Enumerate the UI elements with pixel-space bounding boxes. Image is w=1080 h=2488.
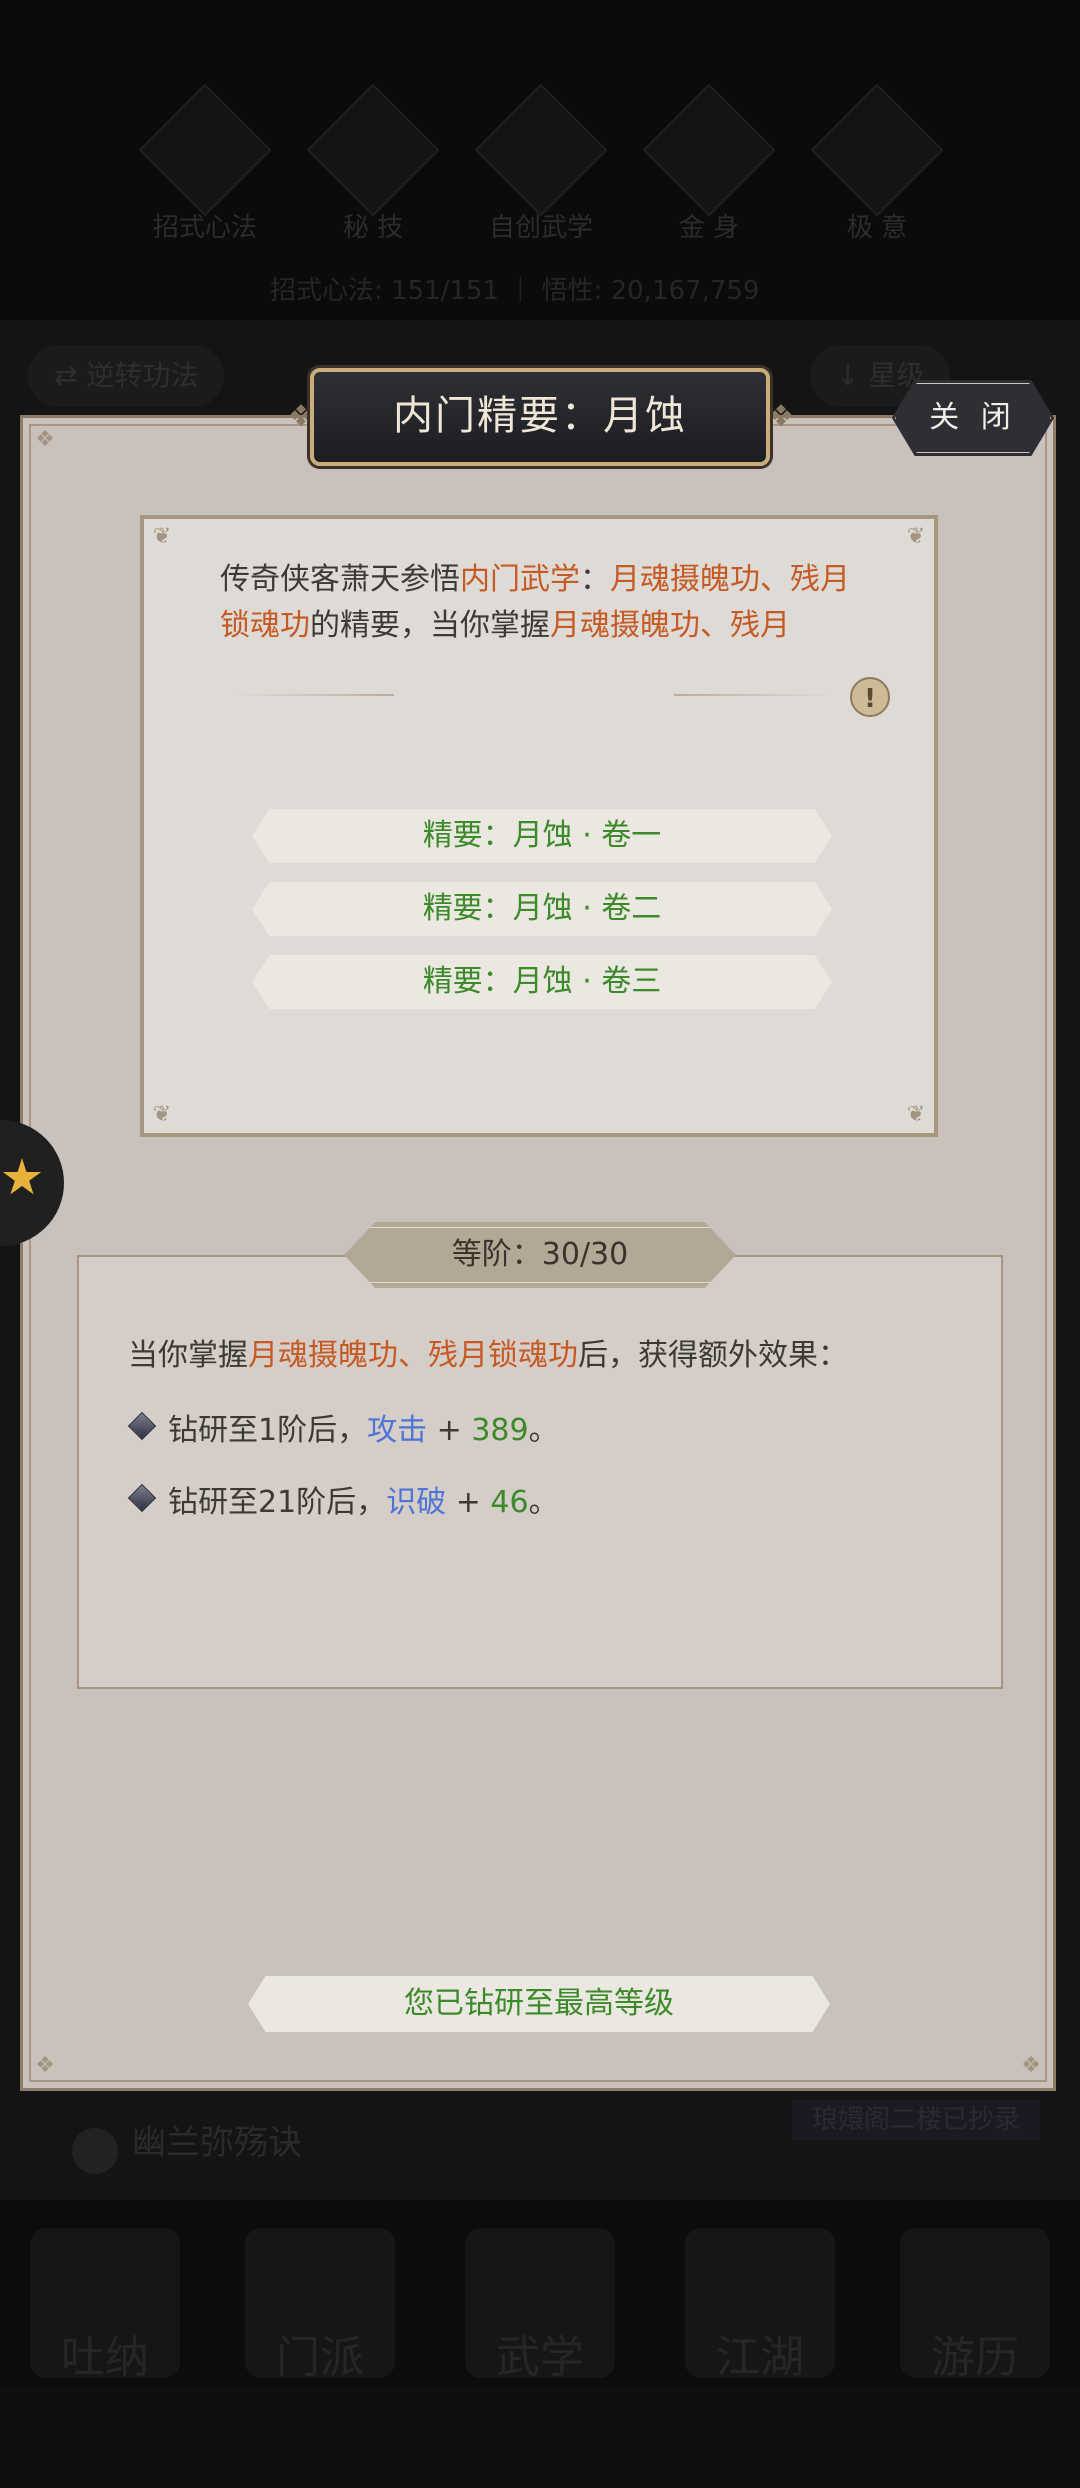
- nav-item-breathing: 吐纳: [30, 2228, 180, 2383]
- desc-text: 的精要，当你掌握: [310, 608, 550, 643]
- background-banner: 琅嬛阁二楼已抄录: [791, 2100, 1040, 2140]
- essence-description-card: ❦ ❦ ❦ ❦ 传奇侠客萧天参悟内门武学：月魂摄魄功、残月锁魂功的精要，当你掌握…: [140, 515, 938, 1137]
- volume-2-button[interactable]: 精要：月蚀 · 卷二: [252, 882, 832, 936]
- nav-item-travel: 游历: [900, 2228, 1050, 2383]
- modal-title: 内门精要：月蚀: [310, 368, 770, 466]
- nav-item-martial: 武学: [465, 2228, 615, 2383]
- effect-prefix: 钻研至1阶后，: [168, 1413, 368, 1448]
- effect-value: 46: [490, 1485, 529, 1520]
- bg-tab-label: 金 身: [678, 213, 740, 243]
- rank-intro-text: 当你掌握: [128, 1338, 248, 1373]
- effect-stat: 攻击: [367, 1413, 428, 1448]
- corner-ornament: ❦: [152, 524, 172, 549]
- bg-tab-label: 招式心法: [152, 213, 257, 243]
- corner-ornament: ❦: [152, 1102, 172, 1127]
- max-level-status: 您已钻研至最高等级: [248, 1976, 830, 2032]
- effect-plus: +: [427, 1413, 472, 1448]
- nav-item-jianghu: 江湖: [685, 2228, 835, 2383]
- background-tab-strip: 招式心法 秘 技 自创武学 金 身 极 意: [0, 83, 1080, 255]
- rank-intro: 当你掌握月魂摄魄功、残月锁魂功后，获得额外效果：: [128, 1330, 848, 1374]
- effect-line-1: 钻研至1阶后，攻击 + 389。: [168, 1405, 559, 1449]
- volume-1-button[interactable]: 精要：月蚀 · 卷一: [252, 809, 832, 863]
- background-reverse-pill: ⇄ 逆转功法: [28, 345, 225, 407]
- divider-right: [674, 694, 834, 696]
- rank-intro-text: 后，获得额外效果：: [578, 1338, 848, 1373]
- effect-prefix: 钻研至21阶后，: [168, 1485, 387, 1520]
- bg-tab-ultimate: 极 意: [810, 83, 944, 245]
- effect-line-2: 钻研至21阶后，识破 + 46。: [168, 1477, 559, 1521]
- bg-tab-custom: 自创武学: [474, 83, 608, 245]
- effect-end: 。: [528, 1485, 559, 1520]
- bg-tab-secret: 秘 技: [306, 83, 440, 245]
- rank-intro-skills: 月魂摄魄功、残月锁魂功: [248, 1338, 578, 1373]
- corner-ornament: ❖: [35, 427, 55, 452]
- rank-effects-panel: [77, 1255, 1003, 1689]
- corner-ornament: ❦: [906, 1102, 926, 1127]
- effect-value: 389: [471, 1413, 529, 1448]
- bg-tab-moves: 招式心法: [138, 83, 272, 245]
- corner-ornament: ❖: [35, 2053, 55, 2078]
- desc-text: ：: [580, 562, 610, 597]
- bg-tab-label: 自创武学: [488, 213, 593, 243]
- effect-stat: 识破: [386, 1485, 447, 1520]
- effect-end: 。: [528, 1413, 559, 1448]
- desc-highlight: 内门武学: [460, 562, 580, 597]
- info-icon[interactable]: !: [850, 677, 890, 717]
- bottom-nav: 吐纳 门派 武学 江湖 游历: [0, 2200, 1080, 2388]
- background-row-label: 幽兰弥殇诀: [132, 2123, 302, 2163]
- bg-tab-body: 金 身: [642, 83, 776, 245]
- desc-highlight: 月魂摄魄功、残月: [550, 608, 790, 643]
- close-button[interactable]: 关 闭: [892, 380, 1054, 456]
- corner-ornament: ❦: [906, 524, 926, 549]
- yin-yang-icon: [72, 2128, 118, 2174]
- volume-3-button[interactable]: 精要：月蚀 · 卷三: [252, 955, 832, 1009]
- effect-plus: +: [446, 1485, 491, 1520]
- bg-tab-label: 秘 技: [342, 213, 404, 243]
- rank-label: 等阶：30/30: [344, 1222, 736, 1288]
- desc-text: 传奇侠客萧天参悟: [220, 562, 460, 597]
- bg-tab-label: 极 意: [846, 213, 908, 243]
- background-stat-line: 招式心法: 151/151 ｜ 悟性: 20,167,759: [270, 276, 760, 306]
- corner-ornament: ❖: [1021, 2053, 1041, 2078]
- nav-item-sect: 门派: [245, 2228, 395, 2383]
- divider-left: [234, 694, 394, 696]
- star-icon: [2, 1158, 42, 1195]
- essence-description: 传奇侠客萧天参悟内门武学：月魂摄魄功、残月锁魂功的精要，当你掌握月魂摄魄功、残月: [220, 557, 860, 649]
